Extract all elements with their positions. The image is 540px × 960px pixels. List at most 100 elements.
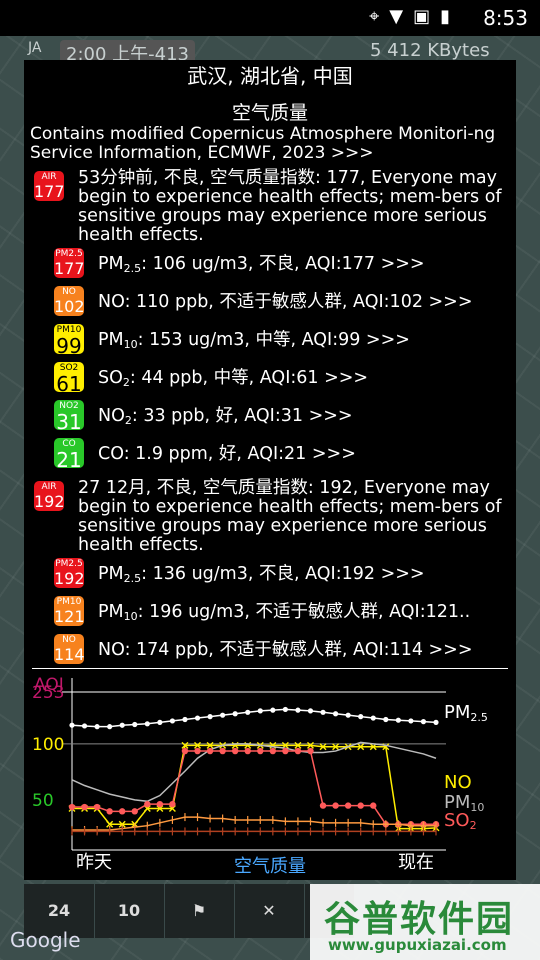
current-summary[interactable]: AIR 177 53分钟前, 不良, 空气质量指数: 177, Everyone… [24, 169, 516, 245]
current-pollutant-row[interactable]: PM2.5 177 PM2.5: 106 ug/m3, 不良, AQI:177 >>… [24, 245, 516, 283]
pollutant-badge-value: 31 [56, 410, 82, 434]
chart-point [270, 707, 276, 713]
chart-point [420, 719, 427, 725]
copernicus-source-link[interactable]: Contains modified Copernicus Atmosphere … [24, 125, 516, 163]
status-icons: ⌖▼▣▮ [369, 6, 460, 27]
chart-point [68, 803, 76, 811]
chart-point [106, 808, 113, 815]
chart-point [181, 747, 189, 755]
chart-xlabel-right: 现在 [398, 852, 434, 873]
pollutant-badge-value: 21 [56, 448, 82, 472]
chart-xlabel-center: 空气质量 [234, 856, 306, 877]
chart-legend-label: PM2.5 [444, 702, 488, 724]
current-pollutant-row[interactable]: NO 102 NO: 110 ppb, 不适于敏感人群, AQI:102 >>> [24, 283, 516, 321]
chart-point [319, 802, 327, 809]
chart-point [144, 721, 150, 727]
chart-point [332, 711, 339, 717]
chart-point [219, 747, 226, 755]
pollutant-badge-value: 99 [56, 334, 82, 358]
pollutant-badge-value: 61 [56, 372, 82, 396]
chart-point [294, 747, 302, 755]
pollutant-text: PM10: 196 ug/m3, 不适于敏感人群, AQI:121.. [98, 602, 471, 623]
chart-point [94, 724, 100, 730]
chart-point [408, 718, 414, 724]
settings-icon[interactable]: ⚑ [164, 884, 235, 938]
chart-series-line [72, 744, 437, 830]
chart-point [169, 800, 176, 808]
chart-point [156, 800, 164, 808]
chart-point [131, 808, 138, 815]
chart-legend-sub: 2.5 [470, 711, 488, 724]
chart-point [358, 714, 364, 720]
chart-point [132, 721, 138, 728]
chart-point [207, 714, 213, 720]
chart-series-line [71, 708, 437, 728]
current-pollutant-row[interactable]: CO 21 CO: 1.9 ppm, 好, AQI:21 >>> [24, 435, 516, 473]
pollutant-text: NO2: 33 ppb, 好, AQI:31 >>> [98, 406, 353, 427]
chart-ytick-label: 253 [32, 683, 64, 703]
forecast-summary[interactable]: AIR 192 27 12月, 不良, 空气质量指数: 192, Everyon… [24, 479, 516, 555]
pollutant-badge-value: 121 [54, 607, 85, 626]
pollutant-badge: PM2.5 177 [54, 248, 85, 278]
map-ja-label: JA [28, 40, 42, 56]
pollutant-text: SO2: 44 ppb, 中等, AQI:61 >>> [98, 368, 369, 389]
chart-ytick-label: 100 [32, 735, 64, 755]
current-pollutant-row[interactable]: NO2 31 NO2: 33 ppb, 好, AQI:31 >>> [24, 397, 516, 435]
chart-point [182, 716, 188, 723]
current-pollutant-row[interactable]: PM10 99 PM10: 153 ug/m3, 中等, AQI:99 >>> [24, 321, 516, 359]
chart-point [169, 718, 176, 724]
map-kbytes: 5 412 KBytes [370, 40, 490, 61]
watermark-url: www.gupuxiazai.com [328, 936, 507, 954]
chart-point [370, 715, 376, 721]
chart-point [69, 722, 75, 728]
dialog-subtitle: 空气质量 [231, 102, 308, 124]
chart-point [206, 747, 214, 755]
chart-point [282, 747, 289, 755]
chart-point [307, 747, 314, 755]
air-quality-dialog: 武汉, 湖北省, 中国 空气质量 Contains modified Coper… [24, 60, 516, 880]
chart-point [344, 802, 352, 809]
location-title: 武汉, 湖北省, 中国 [187, 64, 353, 88]
pollutant-text: PM2.5: 136 ug/m3, 不良, AQI:192 >>> [98, 564, 425, 585]
current-summary-text: 53分钟前, 不良, 空气质量指数: 177, Everyone may beg… [78, 168, 502, 245]
toolbar-10-button[interactable]: 10 [94, 884, 165, 938]
air-badge-current: AIR 177 [34, 171, 65, 201]
pollutant-badge: NO 114 [54, 634, 85, 664]
current-pollutant-list: PM2.5 177 PM2.5: 106 ug/m3, 不良, AQI:177 >>… [24, 245, 516, 473]
chart-point [320, 709, 326, 715]
chart-point [144, 800, 151, 808]
chart-point [395, 717, 401, 723]
chart-point [307, 708, 314, 714]
chart-point [295, 707, 301, 713]
chart-point [119, 722, 125, 728]
chart-series-line [72, 750, 436, 826]
chart-point [332, 802, 339, 809]
aqi-chart[interactable]: AQI25310050PM2.5NOPM10SO2昨天 空气质量 现在 [24, 668, 516, 880]
close-icon[interactable]: ✕ [234, 884, 305, 938]
watermark-text: 谷普软件园 [324, 899, 515, 940]
chart-point [257, 708, 263, 714]
watermark: 谷普软件园 www.gupuxiazai.com [310, 884, 540, 960]
forecast-pollutant-row[interactable]: NO 114 NO: 174 ppb, 不适于敏感人群, AQI:114 >>> [24, 631, 516, 669]
chart-legend-sub: 2 [470, 819, 477, 832]
pollutant-text: NO: 110 ppb, 不适于敏感人群, AQI:102 >>> [98, 292, 473, 312]
pollutant-badge: NO 102 [54, 286, 85, 316]
chart-point [194, 747, 201, 755]
chart-point [383, 716, 389, 723]
chart-point [194, 715, 201, 721]
chart-point [269, 747, 277, 755]
forecast-pollutant-row[interactable]: PM2.5 192 PM2.5: 136 ug/m3, 不良, AQI:192 >>… [24, 555, 516, 593]
chart-point [282, 706, 288, 713]
chart-point [81, 723, 88, 729]
chart-point [357, 802, 364, 809]
chart-point [345, 712, 351, 718]
current-pollutant-row[interactable]: SO2 61 SO2: 44 ppb, 中等, AQI:61 >>> [24, 359, 516, 397]
forecast-pollutant-row[interactable]: PM10 121 PM10: 196 ug/m3, 不适于敏感人群, AQI:121… [24, 593, 516, 631]
chart-point [232, 711, 238, 717]
chart-point [244, 747, 251, 755]
chart-point [245, 709, 251, 715]
google-logo: Google [10, 928, 81, 952]
pollutant-text: NO: 174 ppb, 不适于敏感人群, AQI:114 >>> [98, 640, 473, 660]
chart-point [107, 724, 113, 730]
pollutant-badge-value: 102 [54, 297, 85, 316]
